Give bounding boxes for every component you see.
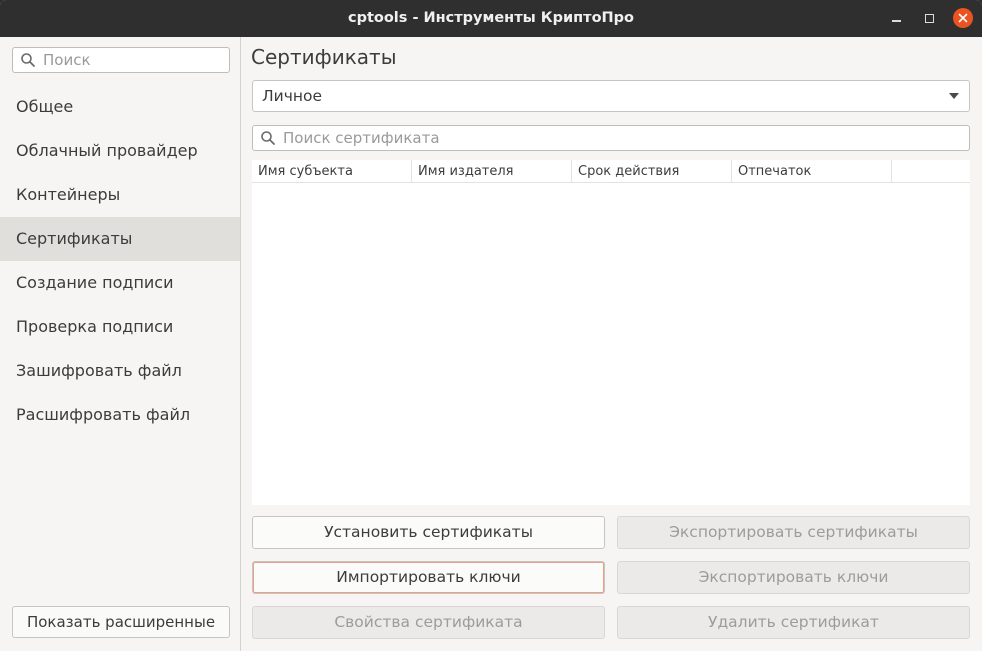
sidebar-search-input[interactable] [43,50,225,70]
sidebar-item-create-signature[interactable]: Создание подписи [0,261,240,305]
title-bar: cptools - Инструменты КриптоПро [0,0,982,37]
sidebar-item-decrypt-file[interactable]: Расшифровать файл [0,393,240,437]
sidebar-item-certificates[interactable]: Сертификаты [0,217,240,261]
sidebar-item-containers[interactable]: Контейнеры [0,173,240,217]
close-icon [958,13,968,23]
column-header-issuer[interactable]: Имя издателя [412,160,572,183]
page-title: Сертификаты [251,45,397,69]
certificate-store-value: Личное [262,87,323,105]
table-header: Имя субъекта Имя издателя Срок действия … [252,160,970,183]
app-window: cptools - Инструменты КриптоПро Общее Об… [0,0,982,651]
window-title: cptools - Инструменты КриптоПро [347,10,635,26]
sidebar-item-encrypt-file[interactable]: Зашифровать файл [0,349,240,393]
close-button[interactable] [953,8,973,28]
chevron-down-icon [949,93,959,99]
minimize-icon [891,20,901,22]
delete-certificate-button[interactable]: Удалить сертификат [617,606,970,639]
certificates-table[interactable]: Имя субъекта Имя издателя Срок действия … [252,160,970,505]
certificate-search-input[interactable] [283,128,963,148]
show-advanced-button[interactable]: Показать расширенные [12,606,230,638]
search-icon [261,131,275,145]
install-certificates-button[interactable]: Установить сертификаты [252,516,605,549]
column-header-subject[interactable]: Имя субъекта [252,160,412,183]
certificate-store-select[interactable]: Личное [252,80,970,112]
sidebar: Общее Облачный провайдер Контейнеры Серт… [0,37,241,651]
sidebar-item-verify-signature[interactable]: Проверка подписи [0,305,240,349]
certificate-properties-button[interactable]: Свойства сертификата [252,606,605,639]
search-icon [21,53,35,67]
sidebar-item-cloud-provider[interactable]: Облачный провайдер [0,129,240,173]
export-keys-button[interactable]: Экспортировать ключи [617,561,970,594]
sidebar-search[interactable] [12,47,230,73]
export-certificates-button[interactable]: Экспортировать сертификаты [617,516,970,549]
minimize-button[interactable] [886,8,906,28]
certificate-search[interactable] [252,125,970,151]
maximize-icon [924,13,934,23]
main-panel: Сертификаты Личное Имя субъекта Имя изда… [242,37,982,651]
column-header-thumbprint[interactable]: Отпечаток [732,160,892,183]
column-header-validity[interactable]: Срок действия [572,160,732,183]
sidebar-nav: Общее Облачный провайдер Контейнеры Серт… [0,85,240,437]
column-header-filler [892,160,970,183]
maximize-button[interactable] [919,8,939,28]
import-keys-button[interactable]: Импортировать ключи [252,561,605,594]
sidebar-item-general[interactable]: Общее [0,85,240,129]
